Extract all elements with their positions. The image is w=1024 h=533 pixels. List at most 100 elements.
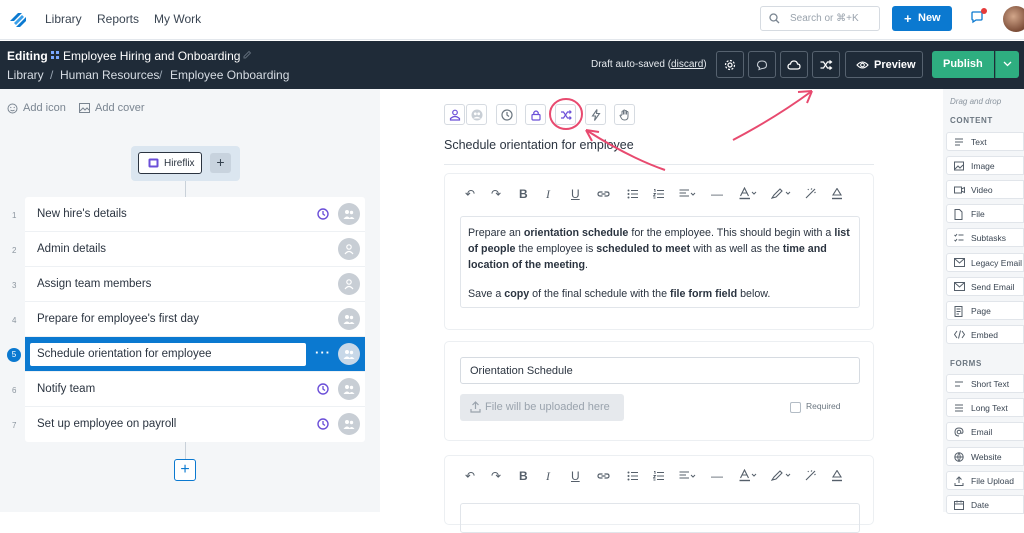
redo-icon[interactable]: ↷ — [491, 187, 501, 201]
cloud-icon — [787, 59, 801, 70]
task-item[interactable]: Notify team — [25, 372, 365, 407]
text-widget[interactable]: ↶ ↷ B I U — Prepare an orientation sched… — [444, 173, 874, 330]
eye-icon — [856, 61, 869, 69]
bold-icon[interactable]: B — [519, 187, 528, 201]
settings-button[interactable] — [716, 51, 744, 78]
breadcrumb-library[interactable]: Library — [7, 68, 44, 82]
task-more-options[interactable]: ··· — [315, 345, 331, 360]
palette-file-upload-widget[interactable]: File Upload — [946, 471, 1024, 490]
redo-icon[interactable]: ↷ — [491, 469, 501, 483]
automation-button[interactable] — [585, 104, 606, 125]
highlight-icon[interactable] — [771, 188, 793, 199]
undo-icon[interactable]: ↶ — [465, 469, 475, 483]
cloud-sync-button[interactable] — [780, 51, 808, 78]
discard-link[interactable]: discard — [671, 59, 703, 70]
group-avatar-icon — [471, 109, 483, 121]
workflow-title[interactable]: Employee Hiring and Onboarding — [63, 49, 240, 63]
user-avatar[interactable] — [1003, 6, 1024, 32]
task-item[interactable]: Assign team members — [25, 267, 365, 302]
task-title: Notify team — [37, 383, 96, 395]
align-dropdown-icon[interactable] — [679, 471, 697, 481]
palette-website-widget[interactable]: Website — [946, 447, 1024, 466]
app-logo-icon[interactable] — [8, 9, 30, 31]
assignee-group-icon[interactable] — [338, 378, 360, 400]
task-item[interactable]: Set up employee on payroll — [25, 407, 365, 442]
palette-email-field-widget[interactable]: Email — [946, 422, 1024, 441]
add-trigger-button[interactable]: + — [210, 153, 231, 173]
numbered-list-icon[interactable] — [653, 189, 665, 199]
task-item[interactable]: Prepare for employee's first day — [25, 302, 365, 337]
edit-title-icon[interactable] — [242, 50, 252, 60]
assignee-avatar-button[interactable] — [466, 104, 487, 125]
breadcrumb-human-resources[interactable]: Human Resources — [60, 68, 159, 82]
palette-send-email-widget[interactable]: Send Email — [946, 277, 1024, 296]
breadcrumb-employee-onboarding[interactable]: Employee Onboarding — [170, 68, 289, 82]
file-upload-widget[interactable]: Orientation Schedule File will be upload… — [444, 341, 874, 441]
task-item-selected[interactable]: Schedule orientation for employee ··· — [25, 337, 365, 372]
hireflix-trigger[interactable]: Hireflix — [138, 152, 202, 174]
fill-color-icon[interactable] — [831, 188, 843, 200]
due-date-button[interactable] — [496, 104, 517, 125]
underline-icon[interactable]: U — [571, 187, 580, 201]
palette-embed-widget[interactable]: Embed — [946, 325, 1024, 344]
assignee-group-icon[interactable] — [338, 343, 360, 365]
task-conditional-logic-button[interactable] — [555, 104, 576, 125]
permissions-button[interactable] — [525, 104, 546, 125]
clear-format-icon[interactable] — [805, 470, 817, 481]
palette-video-widget[interactable]: Video — [946, 180, 1024, 199]
assignee-group-icon[interactable] — [338, 308, 360, 330]
assign-task-button[interactable] — [444, 104, 465, 125]
link-icon[interactable] — [597, 471, 610, 481]
file-field-label-input[interactable]: Orientation Schedule — [460, 357, 860, 384]
horizontal-rule-icon[interactable]: — — [711, 469, 723, 483]
palette-file-widget[interactable]: File — [946, 204, 1024, 223]
assignee-icon[interactable] — [338, 273, 360, 295]
text-color-icon[interactable] — [739, 469, 759, 482]
bullet-list-icon[interactable] — [627, 471, 639, 481]
fill-color-icon[interactable] — [831, 470, 843, 482]
link-icon[interactable] — [597, 189, 610, 199]
preview-button[interactable]: Preview — [845, 51, 923, 78]
rich-text-content[interactable] — [460, 503, 860, 533]
required-checkbox[interactable] — [790, 402, 801, 413]
conditional-logic-button[interactable] — [812, 51, 840, 78]
assignee-group-icon[interactable] — [338, 413, 360, 435]
palette-short-text-widget[interactable]: Short Text — [946, 374, 1024, 393]
numbered-list-icon[interactable] — [653, 471, 665, 481]
assignee-group-icon[interactable] — [338, 203, 360, 225]
task-heading[interactable]: Schedule orientation for employee — [444, 138, 634, 152]
undo-icon[interactable]: ↶ — [465, 187, 475, 201]
publish-button[interactable]: Publish — [932, 51, 994, 78]
stop-task-button[interactable] — [614, 104, 635, 125]
highlight-icon[interactable] — [771, 470, 793, 481]
italic-icon[interactable]: I — [546, 187, 550, 202]
publish-options-dropdown[interactable] — [995, 51, 1019, 78]
horizontal-rule-icon[interactable]: — — [711, 187, 723, 201]
task-item[interactable]: New hire's details — [25, 197, 365, 232]
palette-page-widget[interactable]: Page — [946, 301, 1024, 320]
task-item[interactable]: Admin details — [25, 232, 365, 267]
nav-library-link[interactable]: Library — [45, 12, 82, 26]
clear-format-icon[interactable] — [805, 188, 817, 199]
palette-image-widget[interactable]: Image — [946, 156, 1024, 175]
assignee-icon[interactable] — [338, 238, 360, 260]
add-task-button[interactable]: + — [174, 459, 196, 481]
bullet-list-icon[interactable] — [627, 189, 639, 199]
new-button[interactable]: + New — [892, 6, 952, 31]
underline-icon[interactable]: U — [571, 469, 580, 483]
palette-date-widget[interactable]: Date — [946, 495, 1024, 514]
search-input[interactable]: Search or ⌘+K — [760, 6, 880, 31]
text-widget[interactable]: ↶ ↷ B I U — — [444, 455, 874, 533]
bold-icon[interactable]: B — [519, 469, 528, 483]
palette-long-text-widget[interactable]: Long Text — [946, 398, 1024, 417]
palette-subtasks-widget[interactable]: Subtasks — [946, 228, 1024, 247]
align-dropdown-icon[interactable] — [679, 189, 697, 199]
palette-text-widget[interactable]: Text — [946, 132, 1024, 151]
text-color-icon[interactable] — [739, 187, 759, 200]
rich-text-content[interactable]: Prepare an orientation schedule for the … — [460, 216, 860, 308]
nav-my-work-link[interactable]: My Work — [154, 12, 201, 26]
nav-reports-link[interactable]: Reports — [97, 12, 139, 26]
italic-icon[interactable]: I — [546, 469, 550, 484]
palette-legacy-email-widget[interactable]: Legacy Email — [946, 253, 1024, 272]
comments-button[interactable] — [748, 51, 776, 78]
